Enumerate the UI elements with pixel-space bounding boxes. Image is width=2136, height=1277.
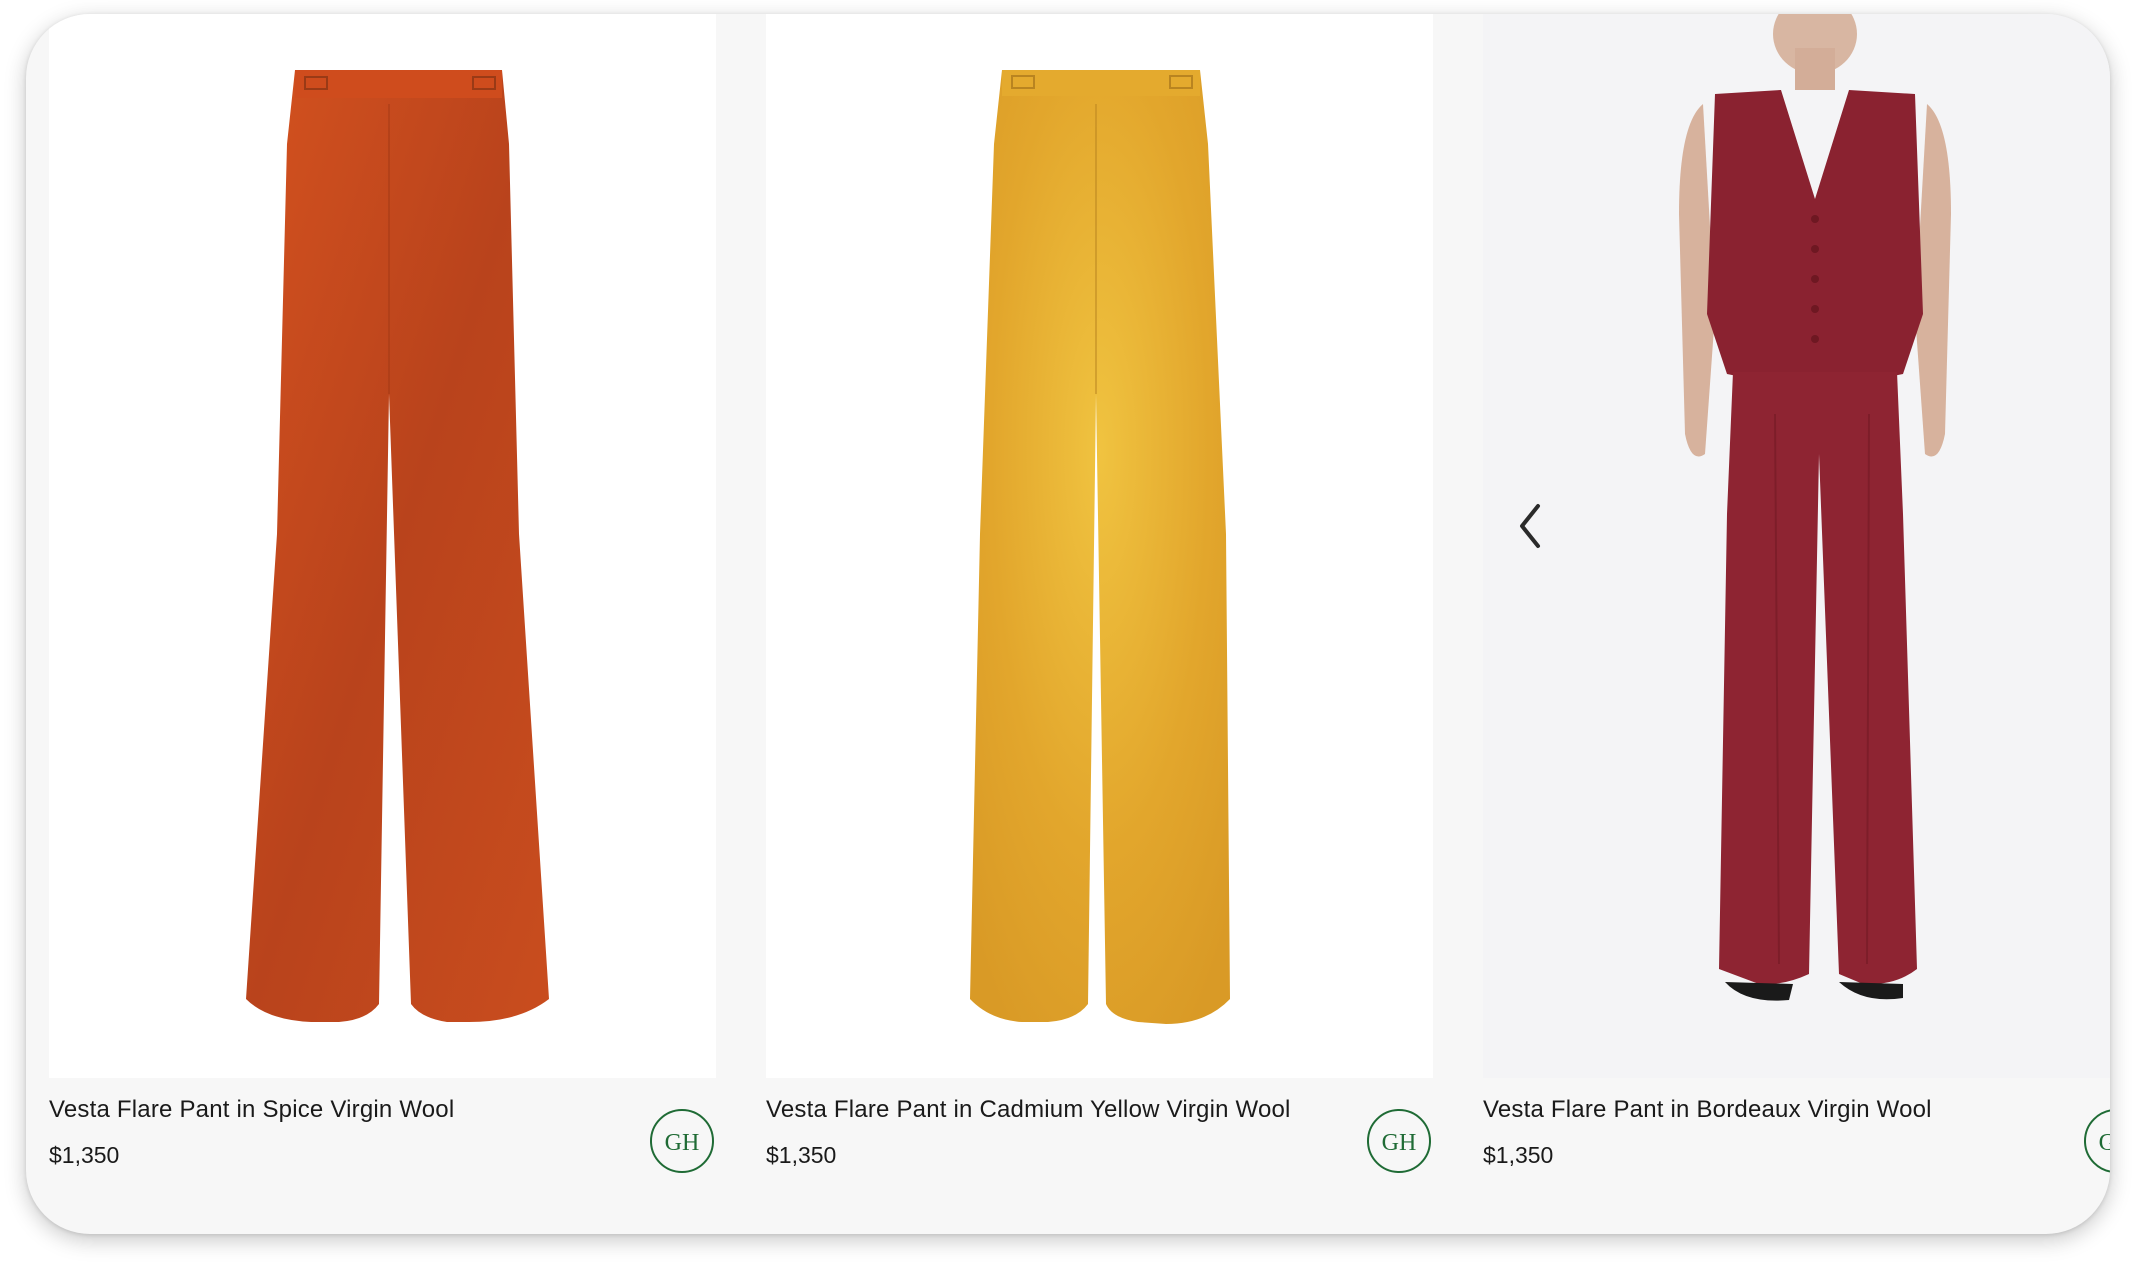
svg-text:GH: GH	[2099, 1130, 2110, 1156]
product-price: $1,350	[49, 1142, 120, 1168]
product-title[interactable]: Vesta Flare Pant in Spice Virgin Wool	[49, 1096, 454, 1124]
product-image-yellow[interactable]	[766, 14, 1433, 1078]
product-price: $1,350	[766, 1142, 837, 1168]
product-image-spice[interactable]	[49, 14, 716, 1078]
product-title[interactable]: Vesta Flare Pant in Bordeaux Virgin Wool	[1483, 1096, 1932, 1124]
product-title[interactable]: Vesta Flare Pant in Cadmium Yellow Virgi…	[766, 1096, 1291, 1124]
brand-badge-icon: GH	[1367, 1109, 1431, 1173]
carousel-prev-button[interactable]	[1512, 498, 1552, 554]
product-image-bordeaux[interactable]	[1483, 14, 2110, 1078]
svg-text:GH: GH	[1382, 1130, 1417, 1156]
svg-text:GH: GH	[665, 1130, 700, 1156]
chevron-left-icon	[1520, 504, 1540, 548]
brand-badge-icon: GH	[2084, 1109, 2110, 1173]
product-price: $1,350	[1483, 1142, 1554, 1168]
brand-badge-icon: GH	[650, 1109, 714, 1173]
chevron-right-icon	[2104, 498, 2110, 554]
carousel-next-button[interactable]	[2104, 498, 2110, 554]
product-card[interactable]: Vesta Flare Pant in Bordeaux Virgin Wool…	[1483, 14, 2110, 1234]
product-carousel: Vesta Flare Pant in Spice Virgin Wool $1…	[26, 14, 2110, 1234]
product-card[interactable]: Vesta Flare Pant in Cadmium Yellow Virgi…	[766, 14, 1433, 1234]
product-card[interactable]: Vesta Flare Pant in Spice Virgin Wool $1…	[49, 14, 716, 1234]
